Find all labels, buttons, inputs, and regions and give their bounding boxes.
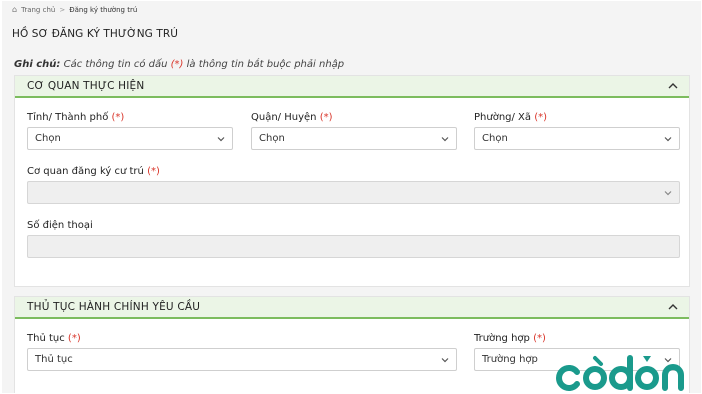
district-field: Quận/ Huyện (*) Chọn bbox=[251, 112, 457, 150]
note-text-after: là thông tin bắt buộc phải nhập bbox=[183, 59, 345, 70]
required-note: Ghi chú: Các thông tin có dấu (*) là thô… bbox=[14, 59, 344, 70]
section-agency-title: CƠ QUAN THỰC HIỆN bbox=[27, 80, 145, 92]
procedure-select-value: Thủ tục bbox=[35, 354, 73, 365]
case-select-value: Trường hợp bbox=[482, 354, 538, 365]
procedure-field: Thủ tục (*) Thủ tục bbox=[27, 333, 457, 371]
chevron-down-icon bbox=[217, 136, 225, 142]
agency-select[interactable] bbox=[27, 181, 680, 204]
ward-select[interactable]: Chọn bbox=[474, 127, 680, 150]
province-field: Tỉnh/ Thành phố (*) Chọn bbox=[27, 112, 233, 150]
phone-field: Số điện thoại bbox=[27, 220, 680, 258]
note-required-marker: (*) bbox=[170, 59, 184, 70]
ward-field: Phường/ Xã (*) Chọn bbox=[474, 112, 680, 150]
breadcrumb-home-link[interactable]: Trang chủ bbox=[21, 6, 55, 14]
note-text-before: Các thông tin có dấu bbox=[60, 59, 171, 70]
breadcrumb-current: Đăng ký thường trú bbox=[69, 5, 138, 14]
district-label: Quận/ Huyện (*) bbox=[251, 112, 333, 123]
province-select-value: Chọn bbox=[35, 133, 61, 144]
section-procedure-title: THỦ TỤC HÀNH CHÍNH YÊU CẦU bbox=[27, 301, 201, 313]
breadcrumb: ⌂ Trang chủ > Đăng ký thường trú bbox=[12, 5, 137, 14]
breadcrumb-separator-icon: > bbox=[59, 5, 66, 14]
case-label: Trường hợp (*) bbox=[474, 333, 546, 344]
agency-field: Cơ quan đăng ký cư trú (*) bbox=[27, 166, 680, 204]
province-select[interactable]: Chọn bbox=[27, 127, 233, 150]
procedure-label: Thủ tục (*) bbox=[27, 333, 81, 344]
chevron-up-icon[interactable] bbox=[667, 301, 679, 313]
chevron-down-icon bbox=[664, 190, 672, 196]
district-select[interactable]: Chọn bbox=[251, 127, 457, 150]
page-title: HỒ SƠ ĐĂNG KÝ THƯỜNG TRÚ bbox=[12, 28, 179, 40]
home-icon[interactable]: ⌂ bbox=[12, 5, 17, 14]
province-label: Tỉnh/ Thành phố (*) bbox=[27, 112, 125, 123]
codon-logo bbox=[556, 355, 684, 391]
phone-input[interactable] bbox=[27, 235, 680, 258]
phone-label: Số điện thoại bbox=[27, 220, 93, 231]
procedure-select[interactable]: Thủ tục bbox=[27, 348, 457, 371]
section-agency-card: CƠ QUAN THỰC HIỆN Tỉnh/ Thành phố (*) Ch… bbox=[14, 75, 690, 287]
district-select-value: Chọn bbox=[259, 133, 285, 144]
ward-select-value: Chọn bbox=[482, 133, 508, 144]
note-label: Ghi chú: bbox=[14, 59, 61, 70]
chevron-down-icon bbox=[664, 136, 672, 142]
app-frame: ⌂ Trang chủ > Đăng ký thường trú HỒ SƠ Đ… bbox=[2, 1, 701, 393]
section-agency-header[interactable]: CƠ QUAN THỰC HIỆN bbox=[15, 76, 689, 98]
chevron-up-icon[interactable] bbox=[667, 80, 679, 92]
chevron-down-icon bbox=[441, 357, 449, 363]
section-procedure-header[interactable]: THỦ TỤC HÀNH CHÍNH YÊU CẦU bbox=[15, 297, 689, 319]
agency-label: Cơ quan đăng ký cư trú (*) bbox=[27, 166, 160, 177]
ward-label: Phường/ Xã (*) bbox=[474, 112, 548, 123]
chevron-down-icon bbox=[441, 136, 449, 142]
